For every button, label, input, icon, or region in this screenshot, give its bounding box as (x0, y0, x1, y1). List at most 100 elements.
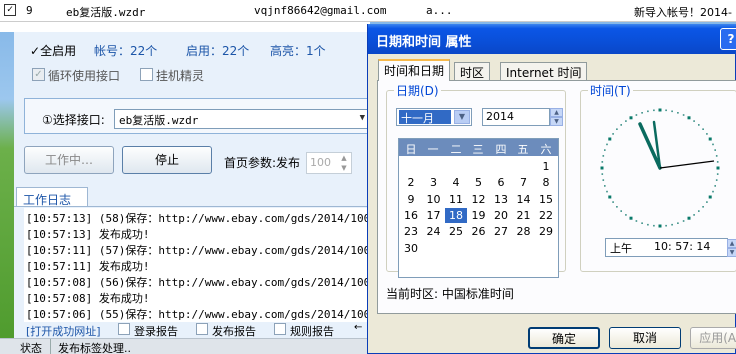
clock-tick (616, 128, 618, 130)
main-panel: ✓全启用 帐号：22个 启用：22个 高亮：1个 ✓ 循环使用接口 挂机精灵 ①… (14, 32, 370, 354)
year-down-icon[interactable]: ▼ (550, 117, 563, 126)
clock-tick (677, 222, 679, 224)
tab-time-date[interactable]: 时间和日期 (378, 59, 451, 81)
calendar-day[interactable]: 24 (423, 224, 445, 239)
datetime-dialog: 日期和时间 属性 ? 时间和日期 时区 Internet 时间 日期(D) 十一… (367, 24, 736, 354)
help-button[interactable]: ? (720, 28, 736, 50)
clock-tick (653, 224, 655, 227)
row-note: 新导入帐号！2014- (634, 6, 732, 19)
all-enabled-label[interactable]: ✓全启用 (30, 42, 76, 59)
row-index: 9 (26, 4, 33, 17)
month-dropdown[interactable]: 十一月 ▼ (396, 108, 472, 126)
tab-work-log[interactable]: 工作日志 (16, 187, 88, 207)
apply-button[interactable]: 应用(A) (690, 327, 736, 349)
cancel-button[interactable]: 取消 (609, 327, 681, 349)
log-area[interactable]: [10:57:13] (58)保存：http://www.ebay.com/gd… (24, 208, 370, 322)
calendar-day[interactable]: 19 (468, 208, 490, 223)
calendar-day[interactable]: 2 (400, 175, 422, 190)
calendar-day[interactable]: 15 (535, 192, 557, 207)
calendar-day[interactable]: 4 (445, 175, 467, 190)
calendar-day[interactable]: 9 (400, 192, 422, 207)
calendar-day[interactable]: 3 (423, 175, 445, 190)
calendar-weekday-header: 日 一 二 三 四 五 六 (399, 139, 558, 156)
calendar-day[interactable]: 27 (490, 224, 512, 239)
clock-tick (620, 124, 622, 126)
second-hand (659, 160, 715, 169)
calendar-day[interactable]: 10 (423, 192, 445, 207)
log-line: [10:57:13] 发布成功! (26, 228, 150, 241)
ok-button[interactable]: 确定 (528, 327, 600, 349)
api-select-label: ①选择接口: (42, 113, 105, 127)
tab-internet-time[interactable]: Internet 时间 (500, 62, 588, 80)
calendar-day[interactable]: 25 (445, 224, 467, 239)
calendar-day[interactable]: 23 (400, 224, 422, 239)
account-count: 帐号：22个 (94, 44, 158, 58)
status-divider (50, 339, 51, 354)
calendar-day[interactable]: 16 (400, 208, 422, 223)
clock-tick (604, 149, 606, 151)
calendar-day[interactable]: 5 (468, 175, 490, 190)
working-button[interactable]: 工作中… (24, 146, 114, 174)
log-line: [10:57:11] 发布成功! (26, 260, 150, 273)
time-up-icon[interactable]: ▲ (727, 239, 736, 248)
clock-tick (716, 161, 719, 163)
clock-tick (712, 143, 714, 146)
calendar-day[interactable]: 28 (513, 224, 535, 239)
clock-tick (641, 112, 643, 114)
tab-timezone[interactable]: 时区 (454, 62, 491, 80)
rule-report-checkbox[interactable] (274, 323, 286, 335)
clock-tick (608, 137, 612, 141)
clock-tick (682, 114, 685, 116)
calendar[interactable]: 日 一 二 三 四 五 六 1 2 3 4 5 6 7 8 9 10 11 12 13 14 15 16 17 1… (398, 138, 559, 278)
calendar-day[interactable]: 29 (535, 224, 557, 239)
calendar-day[interactable]: 14 (513, 192, 535, 207)
enabled-count: 启用：22个 (186, 44, 250, 58)
calendar-day[interactable]: 17 (423, 208, 445, 223)
weekday: 日 (405, 143, 417, 156)
calendar-day[interactable]: 12 (468, 192, 490, 207)
clock-tick (671, 223, 673, 226)
calendar-day[interactable]: 8 (535, 175, 557, 190)
account-table-row[interactable]: ✓ 9 eb复活版.wzdr vqjnf86642@gmail.com a...… (0, 0, 736, 22)
calendar-day[interactable]: 20 (490, 208, 512, 223)
year-up-icon[interactable]: ▲ (550, 108, 563, 117)
calendar-day[interactable]: 30 (400, 241, 422, 256)
weekday: 六 (540, 143, 552, 156)
loop-api-label: 循环使用接口 (48, 69, 121, 83)
hang-wizard-checkbox[interactable] (140, 68, 153, 81)
month-value: 十一月 (399, 110, 451, 125)
clock-tick (665, 224, 667, 227)
login-report-checkbox[interactable] (118, 323, 130, 335)
clock-tick (698, 124, 700, 126)
login-report-label: 登录报告 (134, 325, 178, 338)
stop-button[interactable]: 停止 (122, 146, 212, 174)
param-spinner[interactable]: ▲ ▼ (336, 153, 352, 173)
clock-tick (698, 210, 700, 212)
chevron-down-icon: ▼ (454, 110, 470, 124)
calendar-day[interactable]: 11 (445, 192, 467, 207)
time-input[interactable]: 上午 10: 57: 14 (605, 238, 728, 257)
year-input[interactable]: 2014 (482, 108, 550, 126)
date-group-label: 日期(D) (394, 82, 441, 99)
calendar-day[interactable]: 22 (535, 208, 557, 223)
calendar-day[interactable]: 13 (490, 192, 512, 207)
weekday: 五 (517, 143, 529, 156)
api-select-dropdown[interactable]: eb复活版.wzdr ▼ (114, 109, 368, 129)
publish-report-checkbox[interactable] (196, 323, 208, 335)
calendar-day[interactable]: 26 (468, 224, 490, 239)
calendar-day[interactable]: 7 (513, 175, 535, 190)
dialog-title[interactable]: 日期和时间 属性 (368, 24, 736, 54)
clock-tick (716, 166, 720, 170)
calendar-day-selected[interactable]: 18 (445, 207, 467, 223)
open-success-link[interactable]: [打开成功网址] (26, 323, 101, 339)
calendar-day[interactable]: 1 (535, 159, 557, 174)
loop-api-checkbox[interactable]: ✓ (32, 68, 45, 81)
weekday: 三 (472, 143, 484, 156)
arrow-left-icon[interactable]: ← (354, 322, 362, 333)
calendar-day[interactable]: 6 (490, 175, 512, 190)
clock-tick (677, 112, 679, 114)
time-down-icon[interactable]: ▼ (727, 248, 736, 257)
calendar-day[interactable]: 21 (513, 208, 535, 223)
row-checkbox[interactable]: ✓ (4, 4, 16, 16)
ampm-value: 上午 (610, 242, 632, 255)
